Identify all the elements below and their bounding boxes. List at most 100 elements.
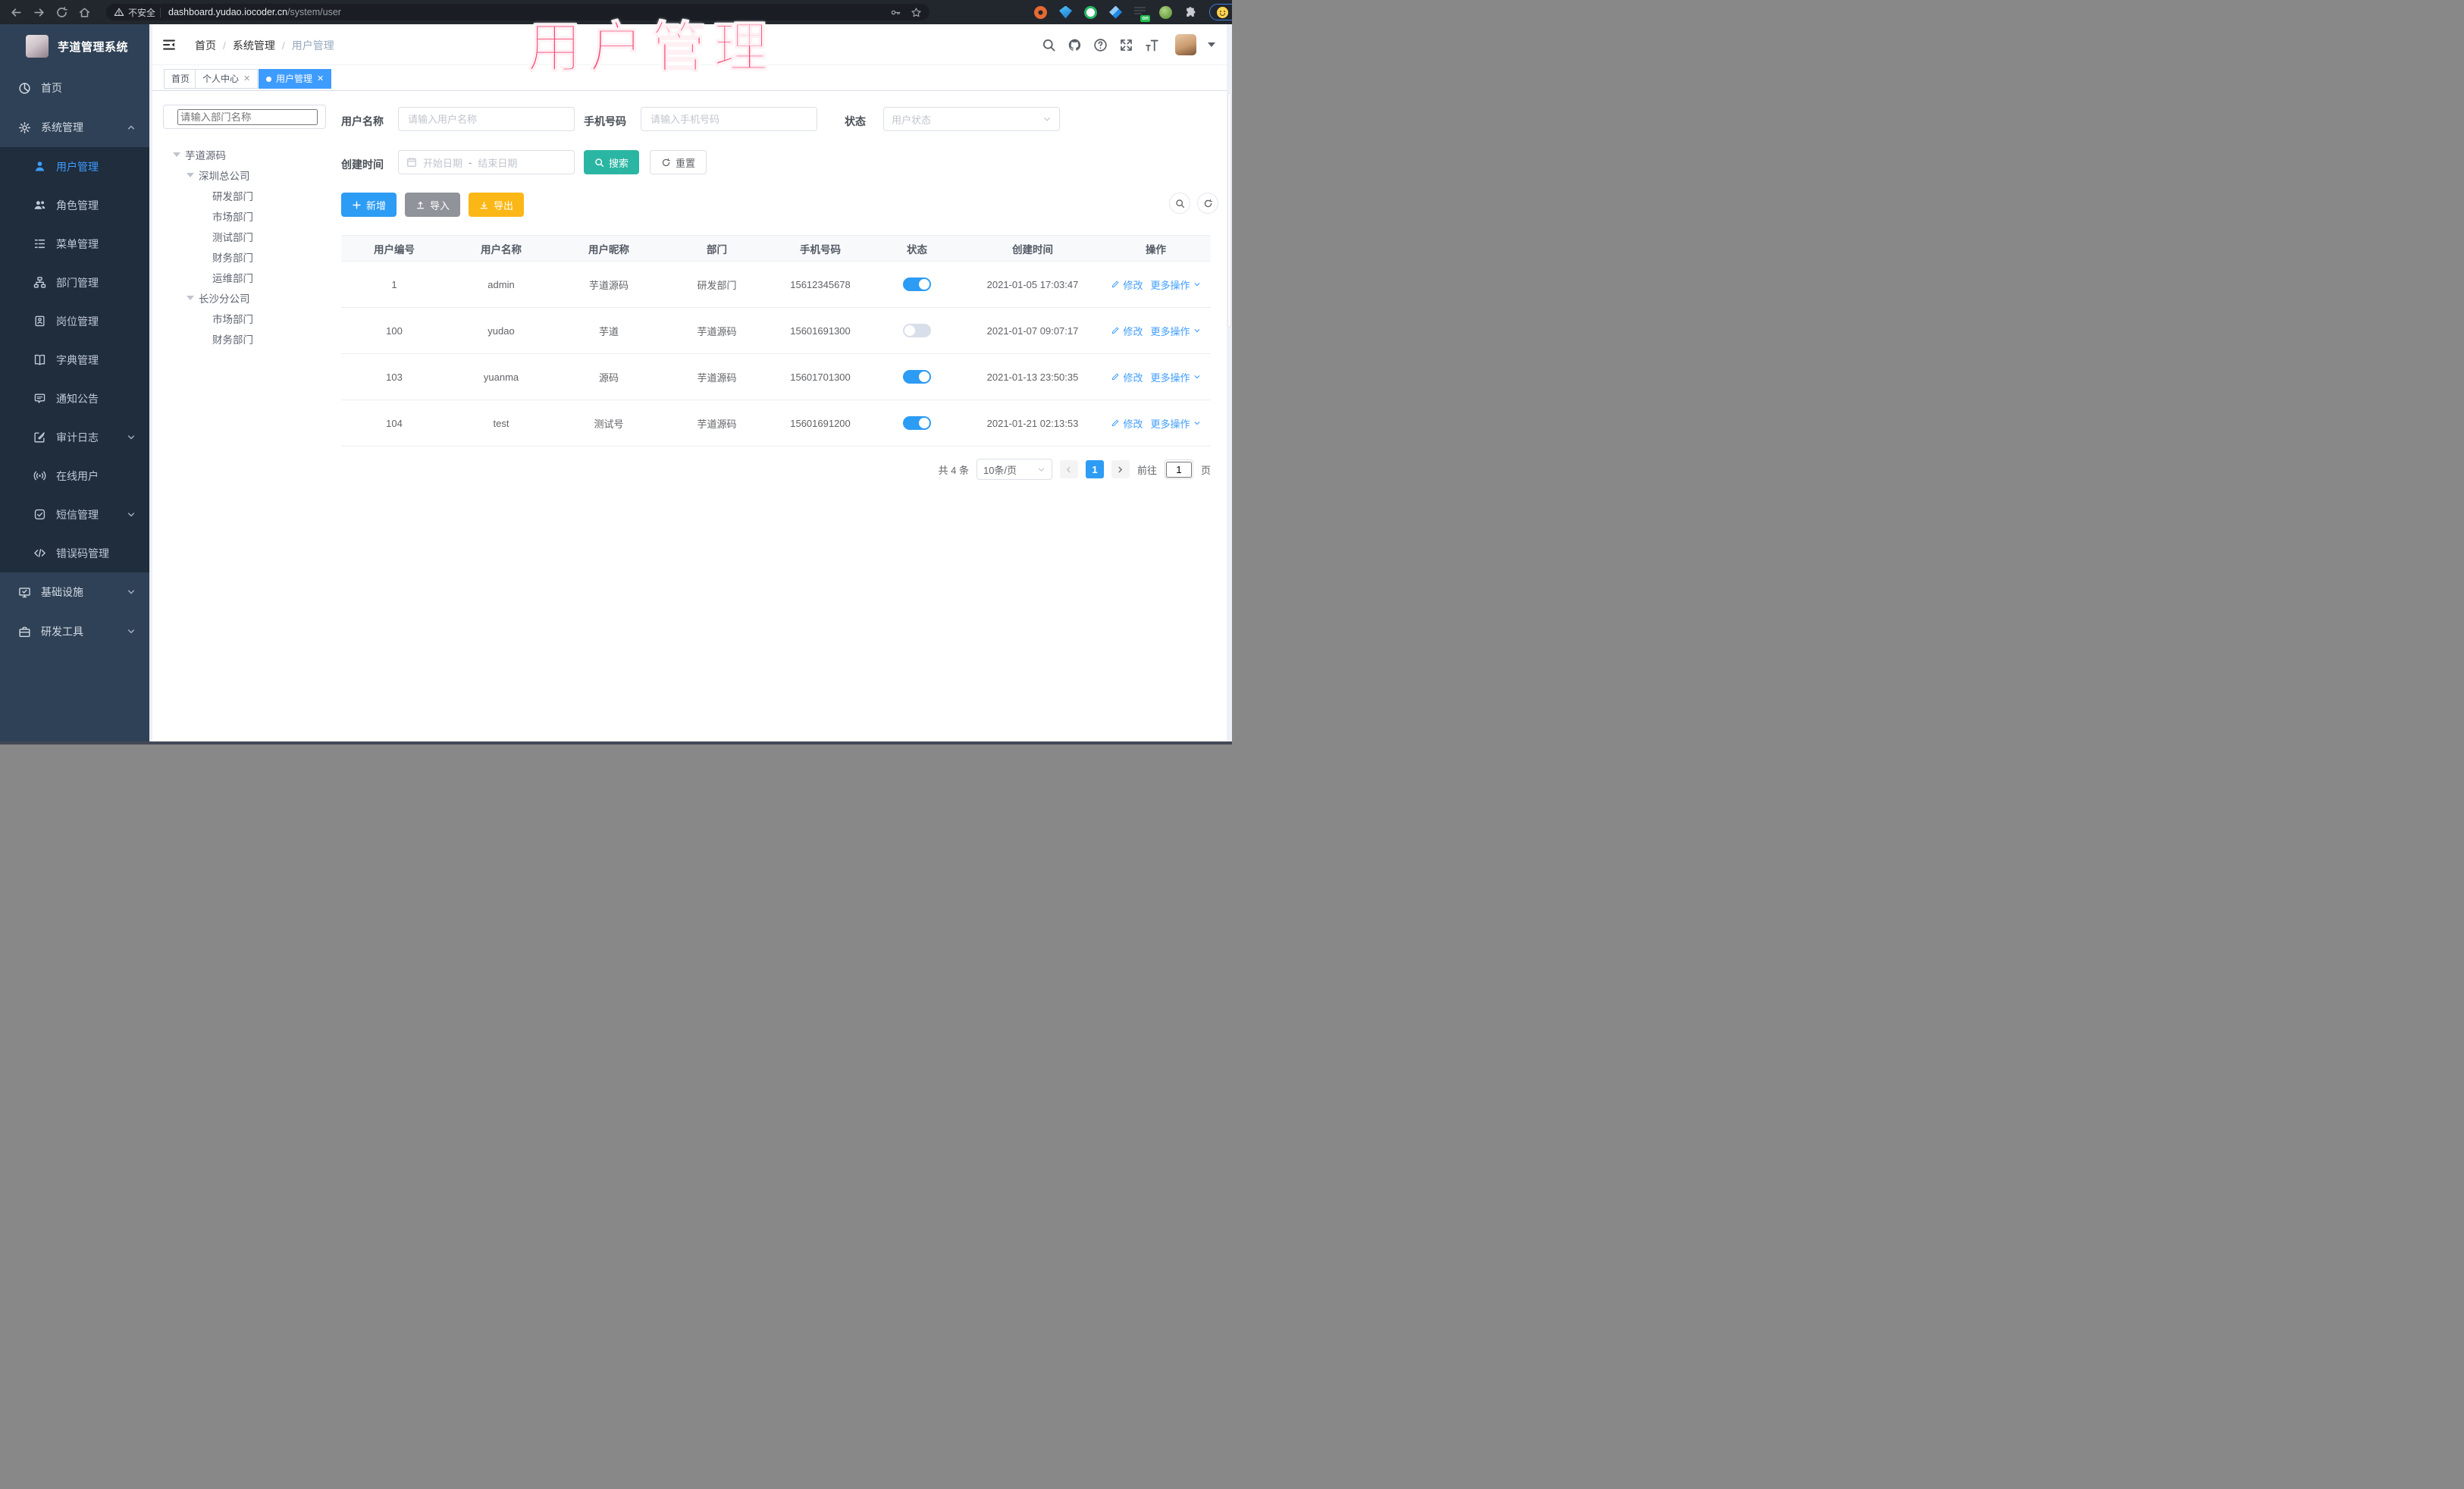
more-actions-link[interactable]: 更多操作	[1151, 324, 1201, 338]
status-toggle[interactable]	[903, 416, 931, 430]
password-key-icon[interactable]	[890, 7, 901, 18]
table-search-button[interactable]	[1169, 193, 1190, 214]
more-actions-link[interactable]: 更多操作	[1151, 416, 1201, 431]
reset-button[interactable]: 重置	[650, 150, 707, 174]
tree-caret-icon[interactable]	[187, 173, 194, 177]
date-range-input[interactable]: 开始日期 - 结束日期	[398, 150, 575, 174]
collapse-menu-icon[interactable]	[161, 37, 177, 52]
tree-node[interactable]: 财务部门	[212, 331, 253, 346]
sidebar-item-sms-management[interactable]: 短信管理	[0, 495, 149, 534]
import-button[interactable]: 导入	[405, 193, 461, 217]
username-input[interactable]	[398, 107, 575, 131]
text-size-icon[interactable]	[1145, 38, 1159, 52]
breadcrumb-system[interactable]: 系统管理	[233, 38, 275, 53]
status-select[interactable]: 用户状态	[883, 107, 1060, 131]
extension-icon-orange[interactable]	[1034, 5, 1047, 19]
mobile-input[interactable]	[641, 107, 817, 131]
warning-icon	[114, 8, 124, 16]
sidebar-item-menu-management[interactable]: 菜单管理	[0, 224, 149, 263]
edit-link[interactable]: 修改	[1111, 277, 1143, 292]
status-toggle[interactable]	[903, 277, 931, 291]
edit-link[interactable]: 修改	[1111, 324, 1143, 338]
close-icon[interactable]: ✕	[243, 70, 250, 88]
page-1-button[interactable]: 1	[1085, 460, 1104, 478]
github-icon[interactable]	[1067, 38, 1082, 52]
tree-node[interactable]: 财务部门	[212, 249, 253, 265]
extension-icon-blue-grid[interactable]	[1109, 5, 1122, 19]
reload-icon[interactable]	[55, 6, 68, 19]
sidebar-item-system-management[interactable]: 系统管理	[0, 108, 149, 147]
extensions-puzzle-icon[interactable]	[1184, 6, 1197, 19]
profile-paused-chip[interactable]: 已暂停	[1209, 4, 1232, 20]
breadcrumb-home[interactable]: 首页	[195, 38, 216, 53]
sidebar-item-dept-management[interactable]: 部门管理	[0, 263, 149, 302]
sidebar-item-audit-log[interactable]: 审计日志	[0, 418, 149, 456]
window-scrollbar[interactable]	[1227, 24, 1232, 741]
tree-node[interactable]: 深圳总公司	[187, 168, 250, 183]
scrollbar-thumb[interactable]	[1227, 92, 1231, 328]
sidebar-item-role-management[interactable]: 角色管理	[0, 186, 149, 224]
user-avatar[interactable]	[1175, 34, 1196, 55]
edit-link[interactable]: 修改	[1111, 370, 1143, 384]
avatar-caret-icon[interactable]	[1208, 42, 1215, 47]
tab-user-management[interactable]: 用户管理 ✕	[259, 69, 332, 89]
tree-node[interactable]: 市场部门	[212, 311, 253, 326]
sidebar-item-online-users[interactable]: 在线用户	[0, 456, 149, 495]
sidebar-item-dict-management[interactable]: 字典管理	[0, 340, 149, 379]
more-actions-link[interactable]: 更多操作	[1151, 277, 1201, 292]
extension-icon-green-tool[interactable]	[1159, 5, 1172, 19]
goto-page-field[interactable]	[1165, 461, 1192, 478]
bookmark-star-icon[interactable]	[911, 7, 922, 18]
more-actions-link[interactable]: 更多操作	[1151, 370, 1201, 384]
dept-search-input[interactable]	[163, 105, 326, 129]
back-icon[interactable]	[10, 6, 23, 19]
page-size-select[interactable]: 10条/页	[976, 459, 1052, 480]
tab-home[interactable]: 首页	[164, 69, 198, 89]
status-toggle[interactable]	[903, 370, 931, 384]
edit-link[interactable]: 修改	[1111, 416, 1143, 431]
tree-node[interactable]: 芋道源码	[173, 147, 226, 162]
sidebar-item-error-code[interactable]: 错误码管理	[0, 534, 149, 572]
tree-node-label: 市场部门	[212, 212, 253, 223]
close-icon[interactable]: ✕	[317, 70, 324, 88]
sidebar-item-post-management[interactable]: 岗位管理	[0, 302, 149, 340]
tree-caret-icon[interactable]	[187, 296, 194, 300]
forward-icon[interactable]	[33, 6, 45, 19]
next-page-button[interactable]	[1111, 460, 1130, 478]
tree-caret-icon[interactable]	[173, 152, 180, 157]
tree-node[interactable]: 研发部门	[212, 188, 253, 203]
cell-created: 2021-01-07 09:07:17	[986, 324, 1079, 337]
sidebar-item-notice[interactable]: 通知公告	[0, 379, 149, 418]
address-bar[interactable]: 不安全 dashboard.yudao.iocoder.cn/system/us…	[106, 4, 929, 20]
tab-profile[interactable]: 个人中心 ✕	[195, 69, 259, 89]
sidebar-item-user-management[interactable]: 用户管理	[0, 147, 149, 186]
add-button[interactable]: 新增	[341, 193, 397, 217]
extension-icon-green-circle[interactable]	[1084, 5, 1097, 19]
prev-page-button[interactable]	[1059, 460, 1078, 478]
dept-search-field[interactable]	[177, 108, 318, 125]
export-button[interactable]: 导出	[469, 193, 525, 217]
tree-node[interactable]: 运维部门	[212, 270, 253, 285]
tree-node[interactable]: 市场部门	[212, 208, 253, 224]
header-search-icon[interactable]	[1042, 38, 1056, 52]
sidebar-item-infrastructure[interactable]: 基础设施	[0, 572, 149, 612]
cell-dept: 芋道源码	[697, 325, 737, 337]
home-icon[interactable]	[78, 6, 91, 19]
logo[interactable]: 芋道管理系统	[0, 24, 149, 68]
sidebar-item-dev-tools[interactable]: 研发工具	[0, 612, 149, 651]
username-field[interactable]	[406, 112, 566, 126]
sidebar-item-home[interactable]: 首页	[0, 68, 149, 108]
table-refresh-button[interactable]	[1197, 193, 1218, 214]
extension-icon-gem[interactable]	[1059, 5, 1072, 19]
edit-pencil-icon	[1112, 419, 1119, 427]
sidebar-scrollbar[interactable]	[149, 24, 152, 741]
extension-icon-list-on[interactable]: on	[1134, 6, 1150, 22]
help-icon[interactable]	[1093, 38, 1108, 52]
fullscreen-icon[interactable]	[1119, 38, 1133, 52]
tree-node[interactable]: 长沙分公司	[187, 290, 250, 306]
tree-node[interactable]: 测试部门	[212, 229, 253, 244]
mobile-field[interactable]	[649, 112, 809, 126]
goto-page-input[interactable]	[1164, 459, 1193, 479]
search-button[interactable]: 搜索	[584, 150, 640, 174]
status-toggle[interactable]	[903, 324, 931, 337]
